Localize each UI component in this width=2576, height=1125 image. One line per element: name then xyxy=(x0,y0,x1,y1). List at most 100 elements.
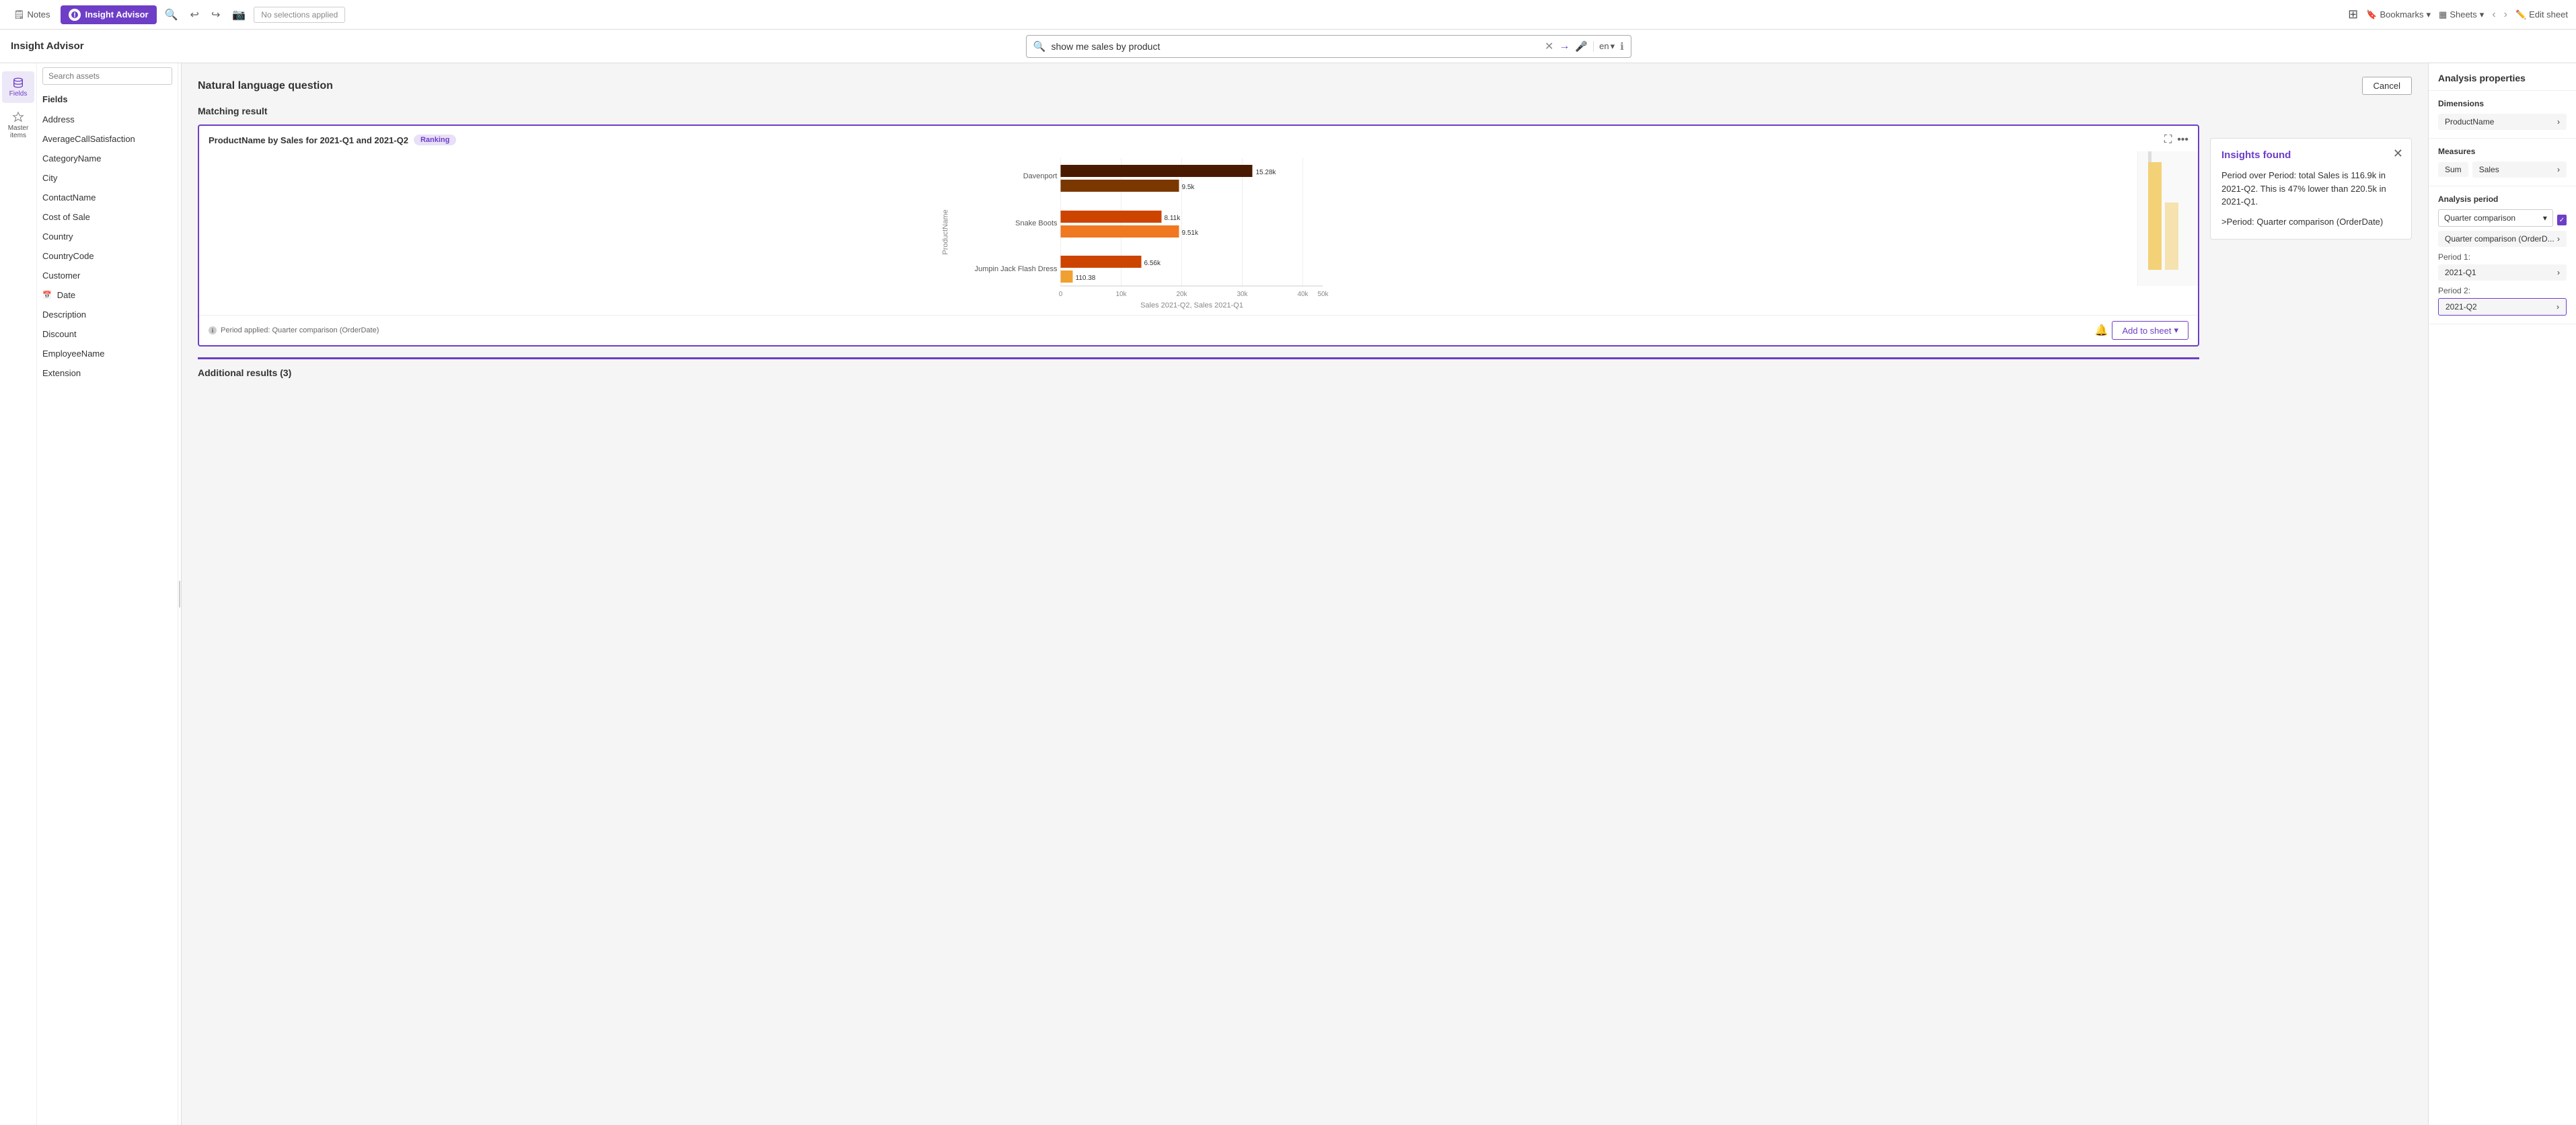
analysis-period-checkbox[interactable]: ✓ xyxy=(2557,215,2567,225)
search-assets-input[interactable] xyxy=(42,67,172,85)
field-name: Country xyxy=(42,231,73,242)
select-chevron-icon: ▾ xyxy=(2543,213,2547,223)
field-item[interactable]: ContactName xyxy=(37,188,178,207)
search-icon: 🔍 xyxy=(1033,40,1046,52)
edit-sheet-button[interactable]: ✏️ Edit sheet xyxy=(2515,9,2568,20)
chart-title: ProductName by Sales for 2021-Q1 and 202… xyxy=(209,135,456,145)
field-item[interactable]: 📅Date xyxy=(37,285,178,305)
field-item[interactable]: AverageCallSatisfaction xyxy=(37,129,178,149)
prev-arrow-button[interactable]: ‹ xyxy=(2492,9,2495,21)
cancel-button[interactable]: Cancel xyxy=(2362,77,2412,95)
chart-title-text: ProductName by Sales for 2021-Q1 and 202… xyxy=(209,135,408,145)
sidebar-resize-handle[interactable] xyxy=(178,63,181,1125)
period2-value: 2021-Q2 xyxy=(2445,302,2477,312)
field-name: Extension xyxy=(42,368,81,378)
period1-select[interactable]: 2021-Q1 › xyxy=(2438,264,2567,281)
svg-text:6.56k: 6.56k xyxy=(1144,260,1161,267)
no-selections-label: No selections applied xyxy=(254,7,345,23)
insights-body-text: Period over Period: total Sales is 116.9… xyxy=(2221,169,2400,209)
period1-value: 2021-Q1 xyxy=(2445,268,2476,277)
field-item[interactable]: Country xyxy=(37,227,178,246)
submit-arrow-icon[interactable]: → xyxy=(1559,40,1570,52)
quarter-comparison-orderdate[interactable]: Quarter comparison (OrderD... › xyxy=(2438,231,2567,247)
field-item[interactable]: EmployeeName xyxy=(37,344,178,363)
insights-close-button[interactable]: ✕ xyxy=(2393,147,2403,161)
insight-advisor-tab[interactable]: Insight Advisor xyxy=(61,5,156,24)
measure-chevron-icon: › xyxy=(2557,165,2560,174)
ia-icon xyxy=(69,9,81,21)
period2-label: Period 2: xyxy=(2438,286,2567,295)
chart-header: ProductName by Sales for 2021-Q1 and 202… xyxy=(199,126,2198,151)
fields-list-panel: Fields Address AverageCallSatisfaction Cat… xyxy=(37,63,178,1125)
measures-section: Measures Sum Sales › xyxy=(2429,139,2576,186)
next-arrow-button[interactable]: › xyxy=(2504,9,2507,21)
clear-icon[interactable]: ✕ xyxy=(1545,40,1553,53)
insights-link[interactable]: >Period: Quarter comparison (OrderDate) xyxy=(2221,215,2400,229)
bell-icon-button[interactable]: 🔔 xyxy=(2095,324,2108,337)
top-bar-right: ⊞ 🔖 Bookmarks ▾ ▦ Sheets ▾ ‹ › ✏️ Edit s… xyxy=(2348,7,2568,22)
field-item[interactable]: Cost of Sale xyxy=(37,207,178,227)
bookmarks-button[interactable]: 🔖 Bookmarks ▾ xyxy=(2366,9,2431,20)
period1-label: Period 1: xyxy=(2438,252,2567,262)
field-item[interactable]: CategoryName xyxy=(37,149,178,168)
add-to-sheet-arrow: ▾ xyxy=(2174,325,2178,336)
svg-text:8.11k: 8.11k xyxy=(1165,215,1181,222)
more-options-button[interactable]: ••• xyxy=(2177,134,2188,146)
svg-text:Jumpin Jack Flash Dress: Jumpin Jack Flash Dress xyxy=(975,265,1058,273)
quarter-comparison-select[interactable]: Quarter comparison ▾ xyxy=(2438,209,2553,227)
sum-tag: Sum xyxy=(2438,162,2468,177)
field-item[interactable]: CountryCode xyxy=(37,246,178,266)
svg-text:50k: 50k xyxy=(1317,291,1329,298)
snapshot-icon-btn[interactable]: 📷 xyxy=(229,5,248,24)
field-name: AverageCallSatisfaction xyxy=(42,134,135,144)
field-name: Address xyxy=(42,114,75,124)
field-name: ContactName xyxy=(42,192,96,203)
svg-text:15.28k: 15.28k xyxy=(1256,169,1277,176)
undo-icon-btn[interactable]: ↩ xyxy=(188,5,202,24)
lang-selector[interactable]: en ▾ xyxy=(1593,41,1615,52)
svg-text:10k: 10k xyxy=(1115,291,1127,298)
svg-text:9.51k: 9.51k xyxy=(1182,229,1199,237)
main-layout: Fields Master items Fields Address Averag… xyxy=(0,63,2576,1125)
top-bar: 🗒 Notes Insight Advisor 🔍 ↩ ↪ 📷 No selec… xyxy=(0,0,2576,30)
field-item[interactable]: Discount xyxy=(37,324,178,344)
add-to-sheet-button[interactable]: Add to sheet ▾ xyxy=(2112,321,2188,340)
mic-icon[interactable]: 🎤 xyxy=(1575,40,1588,52)
sidebar-master-items-btn[interactable]: Master items xyxy=(2,106,34,145)
field-name: EmployeeName xyxy=(42,349,105,359)
pencil-icon: ✏️ xyxy=(2515,9,2526,20)
svg-text:Sales 2021-Q2, Sales 2021-Q1: Sales 2021-Q2, Sales 2021-Q1 xyxy=(1140,301,1243,310)
sheets-button[interactable]: ▦ Sheets ▾ xyxy=(2439,9,2484,20)
matching-result-label: Matching result xyxy=(198,106,2412,116)
content-area: Natural language question Cancel Matchin… xyxy=(182,63,2428,1125)
edit-sheet-label: Edit sheet xyxy=(2529,9,2568,20)
sidebar-fields-btn[interactable]: Fields xyxy=(2,71,34,103)
analysis-period-title: Analysis period xyxy=(2438,194,2567,204)
redo-icon-btn[interactable]: ↪ xyxy=(209,5,223,24)
magnifier-icon-btn[interactable]: 🔍 xyxy=(162,5,181,24)
expand-chart-button[interactable]: ⛶ xyxy=(2164,134,2172,146)
sheets-label: Sheets xyxy=(2450,9,2476,20)
notes-button[interactable]: 🗒 Notes xyxy=(8,7,55,23)
field-item[interactable]: Address xyxy=(37,110,178,129)
field-name: Description xyxy=(42,310,86,320)
product-name-dimension[interactable]: ProductName › xyxy=(2438,114,2567,130)
field-item[interactable]: Extension xyxy=(37,363,178,383)
sales-measure[interactable]: Sales › xyxy=(2472,161,2567,178)
notes-label: Notes xyxy=(28,9,50,20)
field-name: Discount xyxy=(42,329,77,339)
field-name: City xyxy=(42,173,57,183)
field-name: CountryCode xyxy=(42,251,94,261)
fields-header: Fields xyxy=(37,92,178,110)
sidebar: Fields Master items Fields Address Averag… xyxy=(0,63,182,1125)
period2-select[interactable]: 2021-Q2 › xyxy=(2438,298,2567,316)
field-item[interactable]: City xyxy=(37,168,178,188)
sidebar-icon-panel: Fields Master items xyxy=(0,63,37,1125)
field-item[interactable]: Customer xyxy=(37,266,178,285)
field-item[interactable]: Description xyxy=(37,305,178,324)
notes-icon: 🗒 xyxy=(13,9,25,20)
sidebar-search xyxy=(37,63,178,92)
period-applied-text: Period applied: Quarter comparison (Orde… xyxy=(221,326,379,334)
search-input[interactable] xyxy=(1052,41,1540,52)
additional-results: Additional results (3) xyxy=(198,357,2199,378)
